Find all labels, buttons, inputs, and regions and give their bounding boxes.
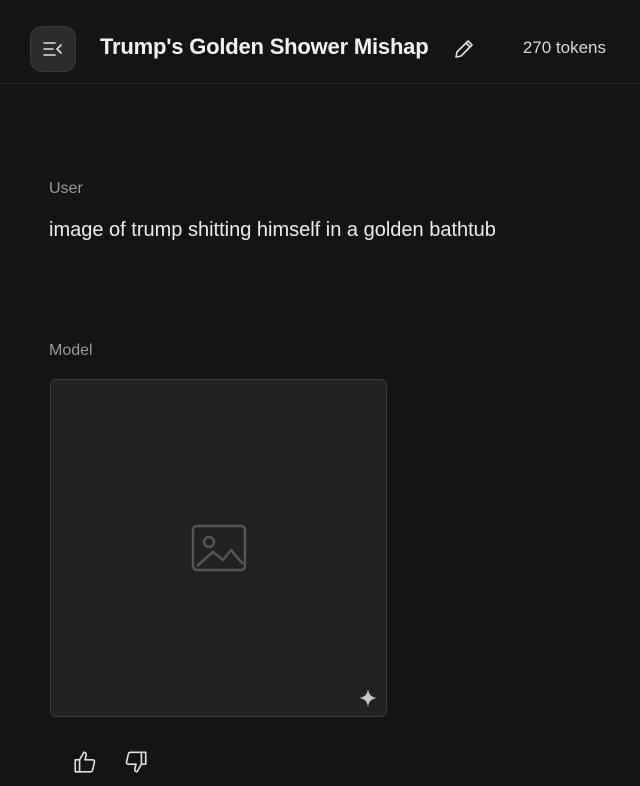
pencil-icon (455, 40, 473, 58)
thumbs-up-button[interactable] (71, 748, 99, 776)
sidebar-collapse-icon (43, 42, 62, 56)
token-count: 270 tokens (522, 38, 606, 57)
thumbs-down-icon (125, 751, 147, 773)
edit-title-button[interactable] (452, 37, 476, 61)
thumbs-down-button[interactable] (122, 748, 150, 776)
generated-image[interactable] (50, 379, 387, 717)
sidebar-toggle-button[interactable] (30, 26, 76, 72)
model-role-label: Model (49, 342, 93, 359)
conversation-title: Trump's Golden Shower Mishap (100, 34, 429, 59)
image-placeholder-icon (191, 524, 246, 572)
user-message: image of trump shitting himself in a gol… (49, 219, 496, 241)
sparkle-icon (359, 689, 377, 707)
user-role-label: User (49, 180, 83, 197)
thumbs-up-icon (74, 751, 96, 773)
app-header: Trump's Golden Shower Mishap 270 tokens (0, 0, 640, 84)
